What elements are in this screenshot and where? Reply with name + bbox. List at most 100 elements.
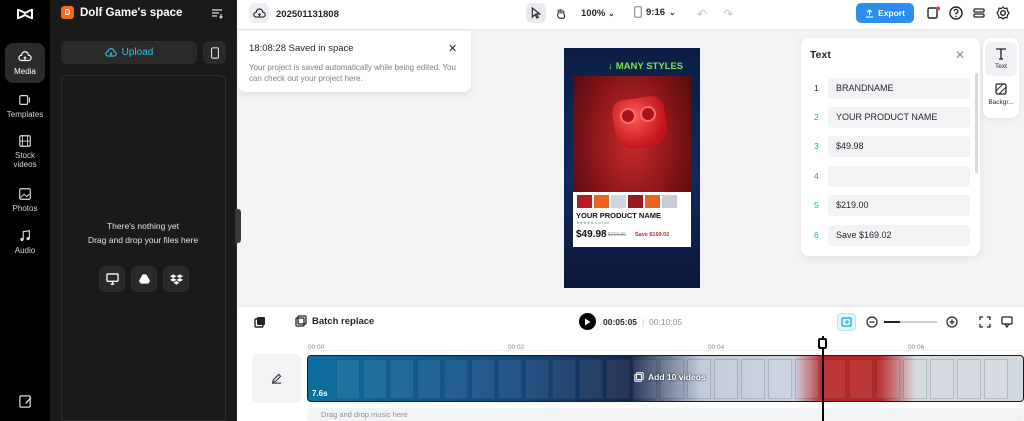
top-bar: 202501131808 100% ⌄ 9:16 ⌄ ↶ ↷ Export	[238, 0, 1024, 30]
cover-edit-button[interactable]	[252, 354, 301, 403]
add-videos-button[interactable]: Add 10 videos	[634, 372, 706, 382]
replace-media-icon	[634, 372, 644, 382]
google-drive-button[interactable]	[131, 266, 157, 292]
timeline-toolbar: Batch replace 00:05:05 | 00:10:05	[238, 306, 1024, 336]
music-note-icon	[20, 230, 30, 242]
film-icon	[19, 134, 31, 147]
preview-price: $49.98	[576, 229, 607, 240]
space-switcher[interactable]: D Dolf Game's space	[61, 6, 182, 19]
undo-icon[interactable]: ↶	[697, 7, 707, 21]
aspect-ratio-value: 9:16	[646, 6, 666, 18]
batch-replace-button[interactable]: Batch replace	[295, 315, 374, 327]
video-clip[interactable]: 7.6s Add 10 videos	[307, 355, 1024, 402]
phone-icon	[210, 46, 219, 59]
clip-frame	[390, 359, 414, 399]
fit-to-screen-icon[interactable]	[979, 316, 991, 328]
text-field[interactable]: Save $169.02	[828, 225, 970, 246]
rail-item-stock-videos[interactable]: Stock videos	[0, 133, 50, 169]
text-field[interactable]: $49.98	[828, 136, 970, 157]
preview-save-text: Save $169.02	[635, 232, 670, 238]
preview-rating: ★★★★★ 4.8 Fast	[576, 220, 610, 225]
timeline-ruler[interactable]: 00:00 00:02 00:04 00:06	[308, 336, 1024, 351]
earbud-right-image	[640, 106, 656, 122]
arrow-down-icon: ↓	[608, 61, 613, 72]
replace-media-icon[interactable]	[254, 316, 266, 328]
comment-icon[interactable]	[1001, 316, 1013, 328]
ruler-tick: 00:02	[508, 344, 525, 351]
clip-frame	[363, 359, 387, 399]
notification-bell-icon[interactable]	[926, 6, 940, 20]
close-icon[interactable]: ✕	[448, 42, 457, 55]
aspect-ratio-dropdown[interactable]: 9:16 ⌄	[634, 6, 676, 18]
cloud-save-button[interactable]	[249, 3, 269, 23]
text-field[interactable]: $219.00	[828, 195, 970, 216]
chevron-down-icon: ⌄	[607, 9, 615, 18]
rail-item-photos[interactable]: Photos	[0, 180, 50, 220]
rail-label: Audio	[14, 246, 36, 255]
hand-icon	[557, 8, 566, 19]
timeline-zoom-slider[interactable]	[884, 321, 937, 323]
text-t-icon	[996, 48, 1006, 60]
close-icon[interactable]: ✕	[955, 48, 965, 62]
canvas-preview[interactable]: ↓ MANY STYLES YOUR PRODUCT NAME ★★★★★ 4.8…	[564, 48, 700, 288]
rail-item-audio[interactable]: Audio	[0, 222, 50, 262]
background-tool-button[interactable]: Backgr...	[983, 83, 1019, 106]
play-button[interactable]	[579, 313, 596, 330]
zoom-out-icon[interactable]	[866, 316, 878, 328]
zoom-dropdown[interactable]: 100% ⌄	[581, 8, 615, 19]
capcut-logo-icon[interactable]	[15, 4, 35, 24]
clip-frame	[525, 359, 549, 399]
background-tool-label: Backgr...	[988, 99, 1014, 106]
playhead-handle[interactable]	[818, 338, 827, 349]
text-row-number: 2	[814, 112, 819, 122]
dropbox-icon	[169, 274, 183, 285]
help-icon[interactable]	[949, 6, 963, 20]
text-row: 5 $219.00	[810, 195, 970, 216]
text-tool-button[interactable]: Text	[985, 42, 1017, 76]
panel-collapse-handle[interactable]	[235, 209, 241, 243]
text-field[interactable]: BRANDNAME	[828, 78, 970, 99]
toast-title: 18:08:28 Saved in space	[249, 43, 354, 54]
templates-icon	[19, 95, 30, 105]
text-field[interactable]	[828, 166, 970, 187]
music-drop-track[interactable]: Drag and drop music here	[307, 408, 1024, 421]
redo-icon[interactable]: ↷	[723, 7, 733, 21]
text-row-number: 5	[814, 200, 819, 210]
monitor-icon	[105, 273, 119, 285]
text-row: 2 YOUR PRODUCT NAME	[810, 107, 970, 128]
timeline: 00:00 00:02 00:04 00:06 7.6s Add 10 vide…	[238, 336, 1024, 421]
preview-headline: ↓ MANY STYLES	[608, 61, 684, 72]
current-timecode: 00:05:05	[603, 317, 638, 327]
rail-item-templates[interactable]: Templates	[0, 86, 50, 126]
media-drop-zone[interactable]	[61, 75, 226, 421]
side-tool-panel: Text Backgr...	[983, 38, 1019, 118]
hand-tool-button[interactable]	[551, 3, 571, 23]
ruler-tick: 00:06	[908, 344, 925, 351]
clip-frame	[984, 359, 1008, 399]
select-tool-button[interactable]	[526, 3, 546, 23]
rail-label: Templates	[6, 110, 44, 119]
thumbnail	[645, 195, 660, 208]
upload-button[interactable]: Upload	[61, 41, 197, 64]
project-name[interactable]: 202501131808	[276, 9, 339, 20]
zoom-value: 100%	[581, 8, 606, 19]
text-field[interactable]: YOUR PRODUCT NAME	[828, 107, 970, 128]
export-button[interactable]: Export	[856, 3, 914, 23]
clip-frame	[822, 359, 846, 399]
phone-upload-button[interactable]	[203, 41, 226, 64]
chevron-down-icon: ⌄	[669, 7, 676, 17]
layers-stack-icon[interactable]	[972, 6, 986, 20]
text-panel-scrollbar[interactable]	[975, 73, 978, 173]
clip-frame	[579, 359, 603, 399]
clip-frame	[417, 359, 441, 399]
zoom-in-icon[interactable]	[946, 316, 958, 328]
upload-from-computer-button[interactable]	[99, 266, 125, 292]
auto-snap-toggle[interactable]	[837, 313, 856, 331]
clip-frame	[957, 359, 981, 399]
settings-gear-icon[interactable]	[996, 6, 1010, 20]
left-rail: Media Templates Stock videos Photos Audi…	[0, 0, 50, 421]
rail-item-media[interactable]: Media	[5, 43, 45, 83]
sort-menu-icon[interactable]	[211, 7, 223, 19]
feedback-edit-icon[interactable]	[18, 394, 33, 409]
dropbox-button[interactable]	[163, 266, 189, 292]
